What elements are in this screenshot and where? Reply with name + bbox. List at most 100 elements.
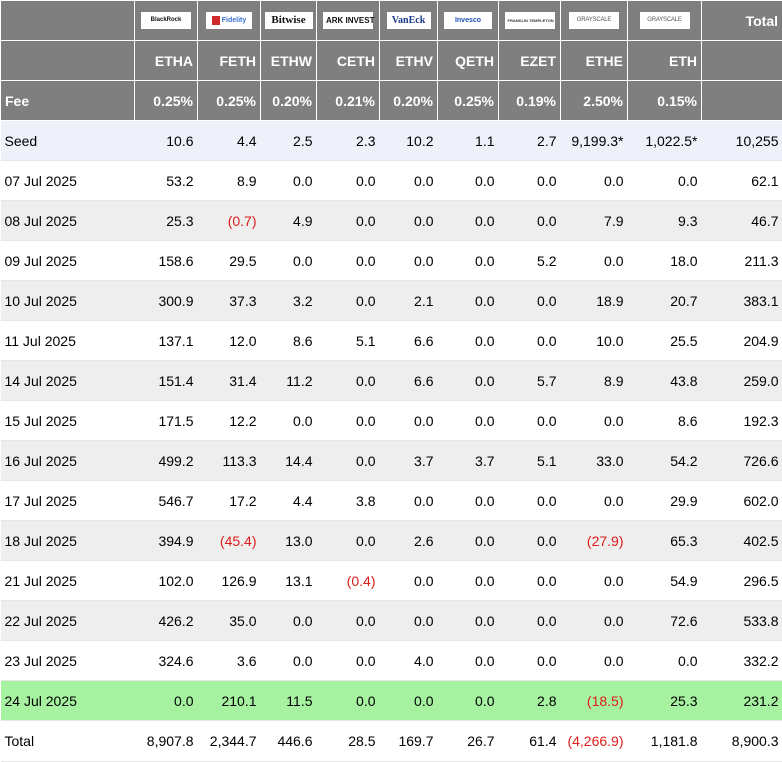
fee-row: Fee 0.25% 0.25% 0.20% 0.21% 0.20% 0.25% …: [1, 81, 782, 121]
flow-value-cell: 0.0: [438, 281, 499, 321]
flow-value-cell: 0.0: [261, 641, 317, 681]
ticker-header: FETH: [198, 41, 261, 81]
row-total-cell: 402.5: [702, 521, 782, 561]
flow-value-cell: 499.2: [135, 441, 198, 481]
table-row: 23 Jul 2025324.63.60.00.04.00.00.00.00.0…: [1, 641, 782, 681]
franklin-templeton-logo-icon: FRANKLIN TEMPLETON: [505, 12, 555, 29]
issuer-cell: GRAYSCALE: [628, 1, 702, 41]
row-label: 11 Jul 2025: [1, 321, 135, 361]
flow-value-cell: (45.4): [198, 521, 261, 561]
flow-value-cell: 0.0: [499, 281, 561, 321]
ticker-header: ETHW: [261, 41, 317, 81]
row-total-cell: 204.9: [702, 321, 782, 361]
row-total-cell: 231.2: [702, 681, 782, 721]
grayscale-logo-icon: GRAYSCALE: [569, 12, 619, 29]
flow-value-cell: 9.3: [628, 201, 702, 241]
ticker-header: ETH: [628, 41, 702, 81]
grayscale-logo-icon: GRAYSCALE: [640, 12, 690, 29]
table-row: 21 Jul 2025102.0126.913.1(0.4)0.00.00.00…: [1, 561, 782, 601]
flow-value-cell: 0.0: [561, 641, 628, 681]
flow-value-cell: 0.0: [317, 441, 380, 481]
row-label: 08 Jul 2025: [1, 201, 135, 241]
flow-value-cell: 31.4: [198, 361, 261, 401]
row-label: 23 Jul 2025: [1, 641, 135, 681]
flow-value-cell: 0.0: [499, 401, 561, 441]
flow-value-cell: 25.3: [628, 681, 702, 721]
table-row: 14 Jul 2025151.431.411.20.06.60.05.78.94…: [1, 361, 782, 401]
row-total-cell: 46.7: [702, 201, 782, 241]
flow-value-cell: 1,181.8: [628, 721, 702, 762]
etf-flows-table: BlackRock Fidelity Bitwise ARK INVEST Va…: [0, 0, 782, 762]
flow-value-cell: 0.0: [438, 681, 499, 721]
flow-value-cell: 0.0: [499, 321, 561, 361]
row-label: 16 Jul 2025: [1, 441, 135, 481]
flow-value-cell: 2.8: [499, 681, 561, 721]
total-column-header: Total: [702, 1, 782, 41]
fidelity-logo-icon: Fidelity: [206, 12, 252, 29]
flow-value-cell: 6.6: [380, 361, 438, 401]
row-label: 22 Jul 2025: [1, 601, 135, 641]
fee-value: 0.19%: [499, 81, 561, 121]
flow-value-cell: 0.0: [438, 321, 499, 361]
row-total-cell: 259.0: [702, 361, 782, 401]
row-label: 14 Jul 2025: [1, 361, 135, 401]
flow-value-cell: 0.0: [438, 201, 499, 241]
row-total-cell: 192.3: [702, 401, 782, 441]
flow-value-cell: 17.2: [198, 481, 261, 521]
flow-value-cell: 10.0: [561, 321, 628, 361]
issuer-cell: FRANKLIN TEMPLETON: [499, 1, 561, 41]
flow-value-cell: 0.0: [317, 361, 380, 401]
table-row: 08 Jul 202525.3(0.7)4.90.00.00.00.07.99.…: [1, 201, 782, 241]
flow-value-cell: 5.7: [499, 361, 561, 401]
flow-value-cell: 18.9: [561, 281, 628, 321]
flow-value-cell: 113.3: [198, 441, 261, 481]
flow-value-cell: 0.0: [380, 561, 438, 601]
flow-value-cell: 0.0: [380, 481, 438, 521]
row-label: 18 Jul 2025: [1, 521, 135, 561]
flow-value-cell: 0.0: [438, 401, 499, 441]
flow-value-cell: 0.0: [380, 681, 438, 721]
flow-value-cell: 13.0: [261, 521, 317, 561]
flow-value-cell: 8.6: [628, 401, 702, 441]
flow-value-cell: 14.4: [261, 441, 317, 481]
flow-value-cell: 8.6: [261, 321, 317, 361]
flow-value-cell: 11.2: [261, 361, 317, 401]
flow-value-cell: 0.0: [499, 561, 561, 601]
flow-value-cell: 54.9: [628, 561, 702, 601]
flow-value-cell: 446.6: [261, 721, 317, 762]
flow-value-cell: 0.0: [561, 241, 628, 281]
ticker-total-cell: [702, 41, 782, 81]
ark-invest-logo-icon: ARK INVEST: [323, 12, 373, 29]
row-label: 15 Jul 2025: [1, 401, 135, 441]
flow-value-cell: 3.8: [317, 481, 380, 521]
row-label: 24 Jul 2025: [1, 681, 135, 721]
row-label: 07 Jul 2025: [1, 161, 135, 201]
flow-value-cell: 4.0: [380, 641, 438, 681]
issuer-cell: BlackRock: [135, 1, 198, 41]
row-total-cell: 10,255: [702, 121, 782, 161]
flow-value-cell: 0.0: [135, 681, 198, 721]
row-total-cell: 602.0: [702, 481, 782, 521]
flow-value-cell: 3.7: [380, 441, 438, 481]
flow-value-cell: 324.6: [135, 641, 198, 681]
flow-value-cell: 0.0: [317, 681, 380, 721]
flow-value-cell: 0.0: [380, 161, 438, 201]
flow-value-cell: 0.0: [380, 401, 438, 441]
issuer-cell: Fidelity: [198, 1, 261, 41]
fee-value: 0.20%: [380, 81, 438, 121]
flow-value-cell: 3.2: [261, 281, 317, 321]
fee-value: 0.25%: [198, 81, 261, 121]
flow-value-cell: 0.0: [561, 161, 628, 201]
flow-value-cell: 61.4: [499, 721, 561, 762]
flow-value-cell: 0.0: [317, 241, 380, 281]
latest-day-row: 24 Jul 20250.0210.111.50.00.00.02.8(18.5…: [1, 681, 782, 721]
flow-value-cell: 0.0: [438, 241, 499, 281]
flow-value-cell: 26.7: [438, 721, 499, 762]
flow-value-cell: 29.9: [628, 481, 702, 521]
flow-value-cell: 0.0: [380, 201, 438, 241]
flow-value-cell: 210.1: [198, 681, 261, 721]
fee-value: 0.21%: [317, 81, 380, 121]
flow-value-cell: 0.0: [499, 601, 561, 641]
flow-value-cell: 0.0: [628, 641, 702, 681]
flow-value-cell: 0.0: [499, 201, 561, 241]
